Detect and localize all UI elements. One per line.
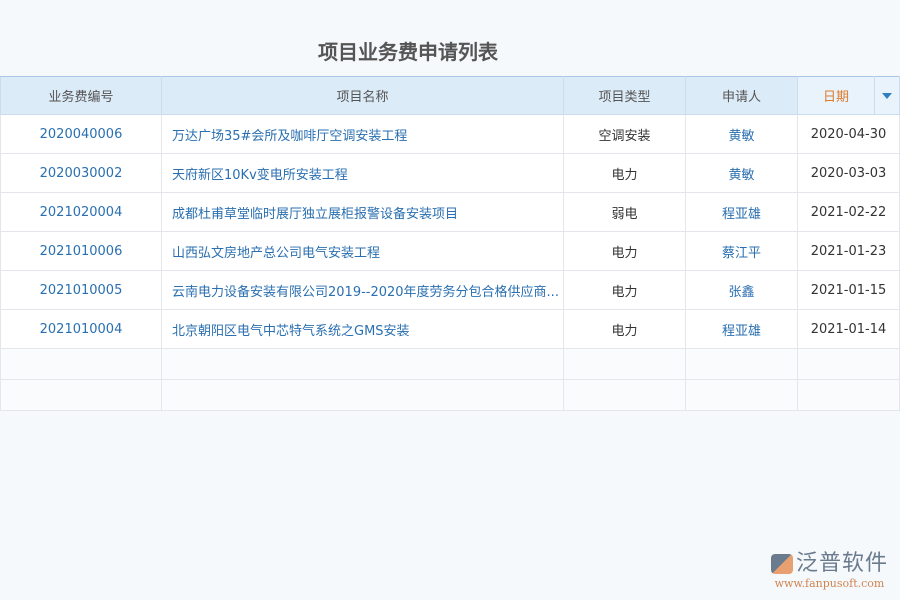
cell-type: 电力: [564, 271, 686, 310]
empty-cell: [1, 380, 162, 411]
cell-type: 弱电: [564, 193, 686, 232]
col-name[interactable]: 项目名称: [162, 77, 564, 115]
empty-row: [1, 349, 900, 380]
col-person[interactable]: 申请人: [686, 77, 798, 115]
col-date[interactable]: 日期: [798, 77, 875, 115]
cell-type: 电力: [564, 310, 686, 349]
cell-person[interactable]: 黄敏: [686, 154, 798, 193]
sort-dropdown-button[interactable]: [875, 77, 900, 115]
empty-cell: [564, 349, 686, 380]
table-row[interactable]: 2020030002天府新区10Kv变电所安装工程电力黄敏2020-03-03: [1, 154, 900, 193]
caret-down-icon: [882, 93, 892, 99]
cell-code[interactable]: 2020030002: [1, 154, 162, 193]
cell-date: 2021-01-23: [798, 232, 900, 271]
logo-url: www.fanpusoft.com: [771, 577, 888, 590]
cell-type: 电力: [564, 232, 686, 271]
cell-type: 电力: [564, 154, 686, 193]
empty-cell: [686, 380, 798, 411]
cell-person[interactable]: 程亚雄: [686, 310, 798, 349]
cell-date: 2021-01-15: [798, 271, 900, 310]
empty-cell: [564, 380, 686, 411]
table-header: 业务费编号 项目名称 项目类型 申请人 日期: [1, 77, 900, 115]
page-title: 项目业务费申请列表: [0, 36, 816, 65]
table-row[interactable]: 2021010005云南电力设备安装有限公司2019--2020年度劳务分包合格…: [1, 271, 900, 310]
cell-name[interactable]: 天府新区10Kv变电所安装工程: [162, 154, 564, 193]
data-table: 业务费编号 项目名称 项目类型 申请人 日期 2020040006万达广场35#…: [0, 76, 900, 411]
cell-name[interactable]: 成都杜甫草堂临时展厅独立展柜报警设备安装项目: [162, 193, 564, 232]
cell-name[interactable]: 山西弘文房地产总公司电气安装工程: [162, 232, 564, 271]
col-code[interactable]: 业务费编号: [1, 77, 162, 115]
cell-type: 空调安装: [564, 115, 686, 154]
table-row[interactable]: 2020040006万达广场35#会所及咖啡厅空调安装工程空调安装黄敏2020-…: [1, 115, 900, 154]
cell-date: 2020-04-30: [798, 115, 900, 154]
logo-mark-icon: [771, 554, 793, 574]
cell-code[interactable]: 2021010006: [1, 232, 162, 271]
cell-code[interactable]: 2020040006: [1, 115, 162, 154]
empty-cell: [798, 349, 900, 380]
empty-cell: [686, 349, 798, 380]
cell-person[interactable]: 黄敏: [686, 115, 798, 154]
cell-date: 2020-03-03: [798, 154, 900, 193]
table-row[interactable]: 2021020004成都杜甫草堂临时展厅独立展柜报警设备安装项目弱电程亚雄202…: [1, 193, 900, 232]
empty-cell: [162, 349, 564, 380]
cell-name[interactable]: 北京朝阳区电气中芯特气系统之GMS安装: [162, 310, 564, 349]
cell-code[interactable]: 2021010004: [1, 310, 162, 349]
cell-date: 2021-02-22: [798, 193, 900, 232]
table-row[interactable]: 2021010006山西弘文房地产总公司电气安装工程电力蔡江平2021-01-2…: [1, 232, 900, 271]
cell-date: 2021-01-14: [798, 310, 900, 349]
cell-person[interactable]: 蔡江平: [686, 232, 798, 271]
cell-name[interactable]: 云南电力设备安装有限公司2019--2020年度劳务分包合格供应商...: [162, 271, 564, 310]
empty-cell: [798, 380, 900, 411]
col-type[interactable]: 项目类型: [564, 77, 686, 115]
empty-row: [1, 380, 900, 411]
cell-code[interactable]: 2021010005: [1, 271, 162, 310]
cell-code[interactable]: 2021020004: [1, 193, 162, 232]
logo-name: 泛普软件: [796, 551, 888, 576]
logo: 泛普软件 www.fanpusoft.com: [771, 545, 888, 590]
table-row[interactable]: 2021010004北京朝阳区电气中芯特气系统之GMS安装电力程亚雄2021-0…: [1, 310, 900, 349]
cell-person[interactable]: 张鑫: [686, 271, 798, 310]
cell-person[interactable]: 程亚雄: [686, 193, 798, 232]
empty-cell: [162, 380, 564, 411]
cell-name[interactable]: 万达广场35#会所及咖啡厅空调安装工程: [162, 115, 564, 154]
empty-cell: [1, 349, 162, 380]
